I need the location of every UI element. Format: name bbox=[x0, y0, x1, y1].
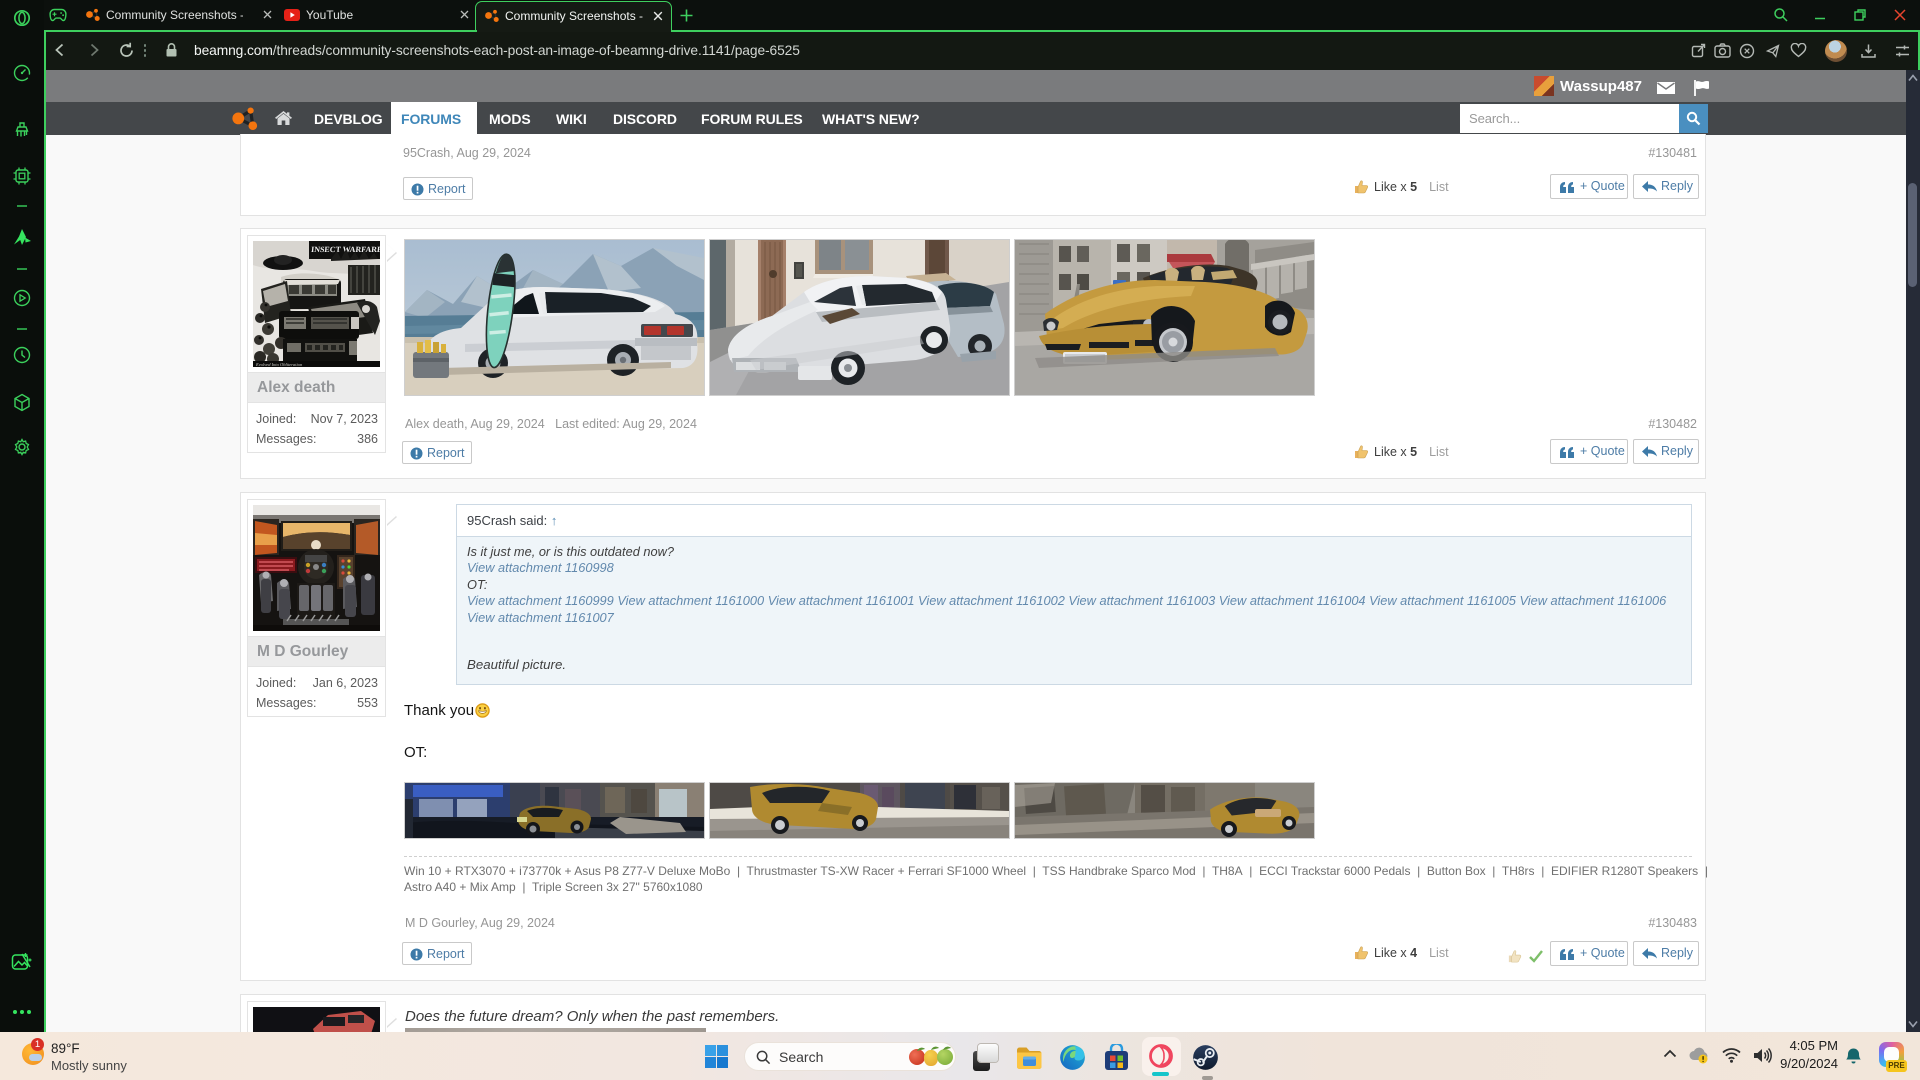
svg-text:Evolved Into Obliteration: Evolved Into Obliteration bbox=[255, 362, 303, 367]
